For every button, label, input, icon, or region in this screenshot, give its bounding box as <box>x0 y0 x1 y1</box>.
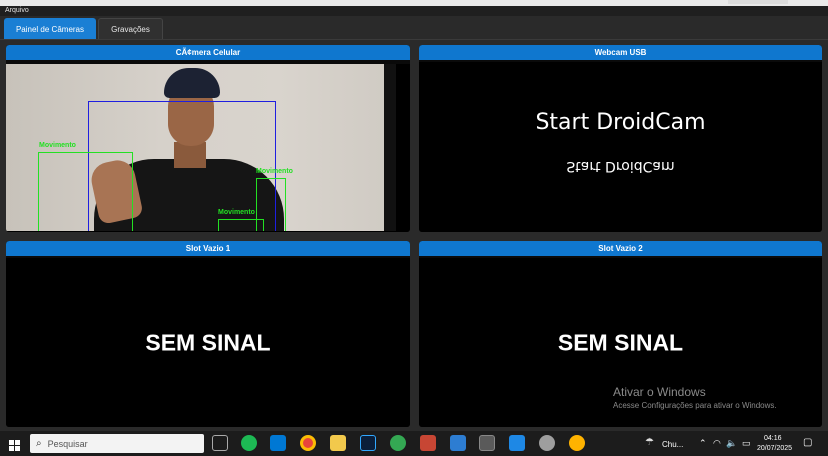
winrar-icon[interactable] <box>420 435 436 451</box>
motion-box <box>38 152 133 231</box>
taskbar-search[interactable]: ⌕ Pesquisar <box>30 434 204 453</box>
window-controls[interactable] <box>728 0 788 4</box>
battery-icon[interactable]: ▭ <box>742 438 751 449</box>
panel-title: CÃ¢mera Celular <box>6 45 410 60</box>
app-icon[interactable] <box>539 435 555 451</box>
search-placeholder: Pesquisar <box>47 438 88 449</box>
tab-camera-panel[interactable]: Painel de Câmeras <box>4 18 96 39</box>
chrome-profile-icon[interactable] <box>390 435 406 451</box>
camera-app-icon[interactable] <box>479 435 495 451</box>
vscode-icon[interactable] <box>270 435 286 451</box>
motion-box <box>218 219 264 231</box>
volume-icon[interactable]: 🔈 <box>726 438 737 449</box>
menu-file[interactable]: Arquivo <box>5 7 29 14</box>
person-cap <box>164 68 220 98</box>
windows-activation-title: Ativar o Windows <box>613 385 706 399</box>
notification-icon[interactable]: ▢ <box>803 437 812 448</box>
spotify-icon[interactable] <box>241 435 257 451</box>
droidcam-message-mirrored: Start DroidCam <box>566 158 675 174</box>
chevron-up-icon[interactable]: ⌃ <box>699 438 707 449</box>
search-icon: ⌕ <box>36 438 42 449</box>
app-window: Painel de Câmeras Gravações CÃ¢mera Celu… <box>0 16 828 430</box>
camera-panel-slot1: Slot Vazio 1 SEM SINAL <box>6 241 410 427</box>
camera-image: Movimento Movimento Movimento <box>6 64 396 231</box>
camera-panel-webcam: Webcam USB Start DroidCam Start DroidCam <box>419 45 822 232</box>
chrome-icon[interactable] <box>300 435 316 451</box>
tab-bar: Painel de Câmeras Gravações <box>0 16 828 40</box>
taskbar: ⌕ Pesquisar ☂ Chu... ⌃ ◠ 🔈 ▭ 04:16 20/07… <box>0 430 828 454</box>
weather-text[interactable]: Chu... <box>662 440 683 449</box>
paint-icon[interactable] <box>450 435 466 451</box>
droidcam-message: Start DroidCam <box>535 110 706 135</box>
video-feed: Movimento Movimento Movimento <box>6 64 410 232</box>
tab-label: Gravações <box>111 24 150 34</box>
video-feed: Start DroidCam Start DroidCam <box>419 62 822 232</box>
file-explorer-icon[interactable] <box>330 435 346 451</box>
motion-label: Movimento <box>256 168 293 175</box>
camera-panel-phone: CÃ¢mera Celular Movimento Movimento Movi… <box>6 45 410 232</box>
panel-title: Slot Vazio 2 <box>419 241 822 256</box>
app-icon[interactable] <box>509 435 525 451</box>
task-view-icon[interactable] <box>212 435 228 451</box>
camera-panel-slot2: Slot Vazio 2 SEM SINAL <box>419 241 822 427</box>
clock-date[interactable]: 20/07/2025 <box>757 445 792 452</box>
no-signal-text: SEM SINAL <box>145 329 271 355</box>
windows-activation-subtitle: Acesse Configurações para ativar o Windo… <box>613 401 777 410</box>
weather-icon[interactable]: ☂ <box>645 437 654 448</box>
network-icon[interactable]: ◠ <box>713 438 721 449</box>
panel-title: Webcam USB <box>419 45 822 60</box>
motion-label: Movimento <box>39 142 76 149</box>
tab-recordings[interactable]: Gravações <box>98 18 163 39</box>
video-feed: SEM SINAL <box>6 258 410 427</box>
menubar: Arquivo <box>0 6 828 16</box>
no-signal-text: SEM SINAL <box>557 329 684 355</box>
video-edge <box>384 64 396 231</box>
tab-label: Painel de Câmeras <box>15 24 85 34</box>
windows-start-icon[interactable] <box>9 438 20 451</box>
clock-time[interactable]: 04:16 <box>764 435 782 442</box>
photoshop-icon[interactable] <box>360 435 376 451</box>
app-icon[interactable] <box>569 435 585 451</box>
motion-label: Movimento <box>218 209 255 216</box>
panel-title: Slot Vazio 1 <box>6 241 410 256</box>
